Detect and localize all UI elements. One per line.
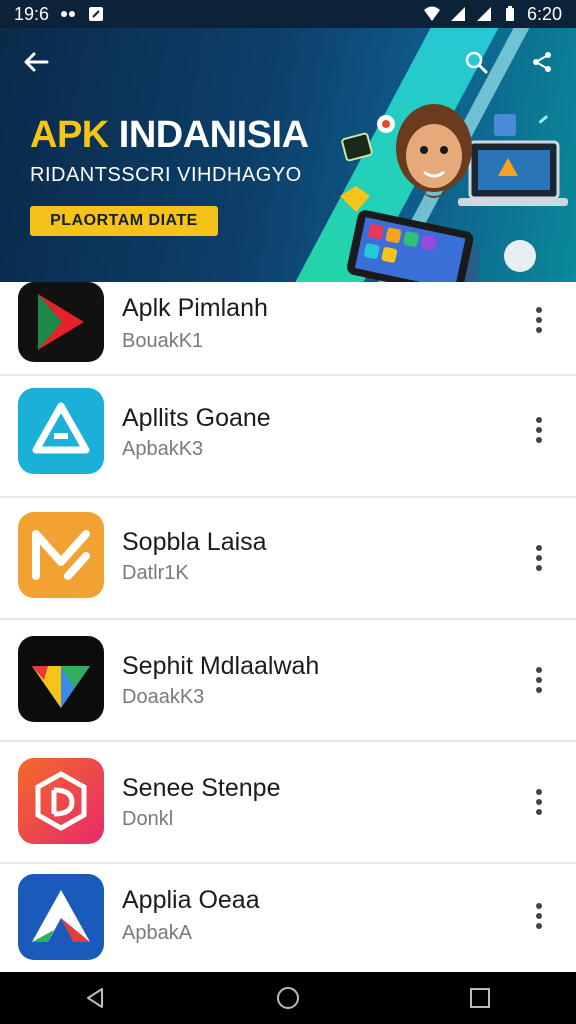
app-name: Apllits Goane	[122, 404, 271, 432]
arrow-left-icon	[24, 52, 49, 72]
status-time-right: 6:20	[526, 3, 562, 24]
more-options-button[interactable]	[524, 410, 554, 450]
banner-badge[interactable]: PLAORTAM DIATE	[30, 206, 218, 236]
app-developer: Datlr1K	[122, 562, 189, 584]
more-dot-icon	[536, 417, 542, 423]
system-nav-bar	[0, 972, 576, 1024]
more-dot-icon	[536, 327, 542, 333]
app-name: Sopbla Laisa	[122, 528, 267, 556]
nav-recents-button[interactable]	[450, 978, 510, 1018]
mk-logo-icon	[32, 530, 90, 580]
signal-icon-2	[476, 7, 491, 21]
banner-illustration	[340, 104, 568, 282]
app-notification-icon	[89, 7, 104, 21]
hexagon-logo-icon	[35, 771, 87, 831]
app-icon-4	[18, 636, 104, 722]
gem-logo-icon	[32, 666, 90, 708]
more-dot-icon	[536, 555, 542, 561]
share-button[interactable]	[524, 46, 560, 78]
notification-icon	[61, 11, 76, 17]
banner-title-yellow: APK	[30, 114, 109, 156]
a-logo-icon	[32, 890, 90, 942]
app-developer: DoaakK3	[122, 686, 205, 708]
more-dot-icon	[536, 923, 542, 929]
more-options-button[interactable]	[524, 300, 554, 340]
app-developer: ApbakA	[122, 922, 193, 944]
app-list: Aplk Pimlanh BouakK1 Apllits Goane Apbak…	[0, 282, 576, 972]
app-icon-6	[18, 874, 104, 960]
app-name: Aplk Pimlanh	[122, 294, 268, 322]
circle-home-icon	[277, 987, 299, 1009]
triangle-back-icon	[87, 988, 103, 1008]
banner-subtitle: RIDANTSSCRI VIHDHAGYO	[30, 164, 302, 186]
search-icon	[465, 51, 488, 74]
more-options-button[interactable]	[524, 896, 554, 936]
banner-title: APK INDANISIA	[30, 114, 309, 157]
share-icon	[533, 52, 551, 72]
banner-title-white: INDANISIA	[118, 114, 309, 156]
more-options-button[interactable]	[524, 538, 554, 578]
more-dot-icon	[536, 913, 542, 919]
app-name: Sephit Mdlaalwah	[122, 652, 320, 680]
header-banner: APK INDANISIA RIDANTSSCRI VIHDHAGYO PLAO…	[0, 28, 576, 282]
nav-back-button[interactable]	[66, 978, 126, 1018]
app-name: Applia Oeaa	[122, 886, 260, 914]
back-button[interactable]	[18, 46, 54, 78]
nav-home-button[interactable]	[258, 978, 318, 1018]
list-item[interactable]: Sopbla Laisa Datlr1K	[0, 498, 576, 620]
more-dot-icon	[536, 667, 542, 673]
more-options-button[interactable]	[524, 660, 554, 700]
more-dot-icon	[536, 903, 542, 909]
play-icon	[38, 294, 84, 350]
app-icon-3	[18, 512, 104, 598]
app-icon-2	[18, 388, 104, 474]
more-dot-icon	[536, 427, 542, 433]
more-dot-icon	[536, 799, 542, 805]
app-developer: Donkl	[122, 808, 174, 830]
list-item[interactable]: Applia Oeaa ApbakA	[0, 864, 576, 972]
more-dot-icon	[536, 437, 542, 443]
app-developer: BouakK1	[122, 330, 204, 352]
more-dot-icon	[536, 677, 542, 683]
app-icon-1	[18, 282, 104, 362]
status-time-left: 19:6	[14, 3, 50, 24]
square-recents-icon	[470, 988, 490, 1008]
battery-icon	[505, 6, 514, 21]
status-bar: 19:6 6:20	[0, 0, 576, 28]
triangle-logo-icon	[32, 402, 90, 454]
search-button[interactable]	[458, 46, 494, 78]
list-item[interactable]: Apllits Goane ApbakK3	[0, 376, 576, 498]
more-dot-icon	[536, 565, 542, 571]
more-dot-icon	[536, 789, 542, 795]
more-dot-icon	[536, 809, 542, 815]
more-dot-icon	[536, 307, 542, 313]
app-name: Senee Stenpe	[122, 774, 281, 802]
more-dot-icon	[536, 687, 542, 693]
more-dot-icon	[536, 317, 542, 323]
list-item[interactable]: Aplk Pimlanh BouakK1	[0, 282, 576, 376]
wifi-icon	[423, 6, 440, 21]
list-item[interactable]: Sephit Mdlaalwah DoaakK3	[0, 620, 576, 742]
signal-icon	[450, 7, 465, 21]
list-item[interactable]: Senee Stenpe Donkl	[0, 742, 576, 864]
more-dot-icon	[536, 545, 542, 551]
more-options-button[interactable]	[524, 782, 554, 822]
app-icon-5	[18, 758, 104, 844]
app-developer: ApbakK3	[122, 438, 204, 460]
